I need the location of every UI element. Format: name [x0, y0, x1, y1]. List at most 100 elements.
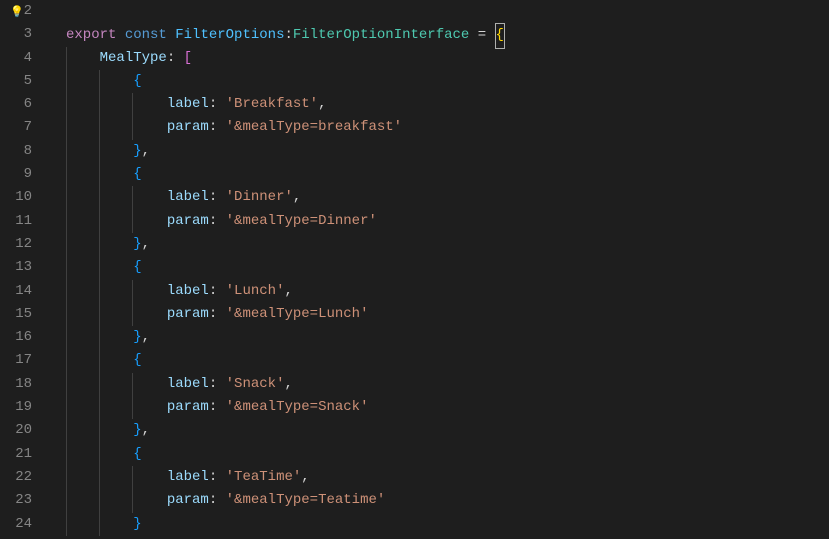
property-label: label — [167, 283, 209, 299]
code-content[interactable]: 💡 export const FilterOptions:FilterOptio… — [50, 0, 829, 539]
line-number: 23 — [0, 489, 32, 512]
comma: , — [284, 283, 292, 299]
colon: : — [209, 96, 217, 112]
code-line[interactable]: { — [50, 256, 829, 279]
code-line[interactable]: label: 'TeaTime', — [50, 466, 829, 489]
line-number: 4 — [0, 47, 32, 70]
property-mealtype: MealType — [100, 50, 167, 66]
string-literal: 'Snack' — [226, 376, 285, 392]
keyword-export: export — [66, 27, 116, 43]
code-line[interactable]: }, — [50, 326, 829, 349]
code-line[interactable]: param: '&mealType=Teatime' — [50, 489, 829, 512]
keyword-const: const — [125, 27, 167, 43]
close-brace: } — [133, 329, 141, 345]
line-number: 7 — [0, 116, 32, 139]
comma: , — [293, 189, 301, 205]
code-line[interactable]: }, — [50, 140, 829, 163]
code-line[interactable]: MealType: [ — [50, 47, 829, 70]
code-editor[interactable]: 2 3 4 5 6 7 8 9 10 11 12 13 14 15 16 17 … — [0, 0, 829, 539]
line-number: 18 — [0, 373, 32, 396]
code-line[interactable]: label: 'Snack', — [50, 373, 829, 396]
comma: , — [142, 422, 150, 438]
string-literal: '&mealType=breakfast' — [226, 119, 402, 135]
code-line[interactable]: { — [50, 443, 829, 466]
open-brace: { — [133, 352, 141, 368]
string-literal: 'TeaTime' — [226, 469, 302, 485]
open-brace: { — [133, 73, 141, 89]
colon: : — [209, 213, 217, 229]
equals: = — [469, 27, 494, 43]
colon: : — [209, 306, 217, 322]
string-literal: '&mealType=Lunch' — [226, 306, 369, 322]
code-line[interactable]: { — [50, 163, 829, 186]
property-label: label — [167, 189, 209, 205]
property-label: label — [167, 469, 209, 485]
colon: : — [284, 27, 292, 43]
code-line[interactable]: } — [50, 513, 829, 536]
string-literal: '&mealType=Dinner' — [226, 213, 377, 229]
line-number: 11 — [0, 210, 32, 233]
line-number: 22 — [0, 466, 32, 489]
line-number: 16 — [0, 326, 32, 349]
line-number: 6 — [0, 93, 32, 116]
code-line[interactable]: { — [50, 70, 829, 93]
comma: , — [142, 143, 150, 159]
colon: : — [209, 119, 217, 135]
comma: , — [301, 469, 309, 485]
line-number: 21 — [0, 443, 32, 466]
line-number: 14 — [0, 280, 32, 303]
string-literal: 'Dinner' — [226, 189, 293, 205]
colon: : — [209, 399, 217, 415]
close-brace: } — [133, 143, 141, 159]
code-line[interactable]: label: 'Lunch', — [50, 280, 829, 303]
code-line[interactable]: param: '&mealType=breakfast' — [50, 116, 829, 139]
string-literal: '&mealType=Teatime' — [226, 492, 386, 508]
line-number: 19 — [0, 396, 32, 419]
string-literal: '&mealType=Snack' — [226, 399, 369, 415]
comma: , — [284, 376, 292, 392]
code-line[interactable]: 💡 — [50, 0, 829, 23]
line-number: 3 — [0, 23, 32, 46]
property-param: param — [167, 306, 209, 322]
string-literal: 'Breakfast' — [226, 96, 318, 112]
code-line[interactable]: param: '&mealType=Snack' — [50, 396, 829, 419]
colon: : — [167, 50, 175, 66]
colon: : — [209, 189, 217, 205]
colon: : — [209, 469, 217, 485]
line-number-gutter: 2 3 4 5 6 7 8 9 10 11 12 13 14 15 16 17 … — [0, 0, 50, 539]
property-param: param — [167, 492, 209, 508]
comma: , — [142, 329, 150, 345]
line-number: 20 — [0, 419, 32, 442]
lightbulb-icon[interactable]: 💡 — [10, 2, 24, 25]
line-number: 8 — [0, 140, 32, 163]
code-line[interactable]: param: '&mealType=Lunch' — [50, 303, 829, 326]
property-label: label — [167, 96, 209, 112]
line-number: 10 — [0, 186, 32, 209]
code-line[interactable]: label: 'Dinner', — [50, 186, 829, 209]
close-brace: } — [133, 236, 141, 252]
open-bracket: [ — [184, 50, 192, 66]
close-brace: } — [133, 516, 141, 532]
colon: : — [209, 376, 217, 392]
code-line[interactable]: }, — [50, 233, 829, 256]
line-number: 9 — [0, 163, 32, 186]
property-param: param — [167, 213, 209, 229]
variable-name: FilterOptions — [175, 27, 284, 43]
open-brace: { — [495, 23, 505, 48]
code-line[interactable]: label: 'Breakfast', — [50, 93, 829, 116]
property-param: param — [167, 119, 209, 135]
code-line[interactable]: { — [50, 349, 829, 372]
line-number: 12 — [0, 233, 32, 256]
line-number: 17 — [0, 349, 32, 372]
property-label: label — [167, 376, 209, 392]
open-brace: { — [133, 166, 141, 182]
code-line[interactable]: param: '&mealType=Dinner' — [50, 210, 829, 233]
colon: : — [209, 283, 217, 299]
comma: , — [318, 96, 326, 112]
code-line[interactable]: export const FilterOptions:FilterOptionI… — [50, 23, 829, 46]
type-name: FilterOptionInterface — [293, 27, 469, 43]
open-brace: { — [133, 259, 141, 275]
line-number: 5 — [0, 70, 32, 93]
code-line[interactable]: }, — [50, 419, 829, 442]
open-brace: { — [133, 446, 141, 462]
